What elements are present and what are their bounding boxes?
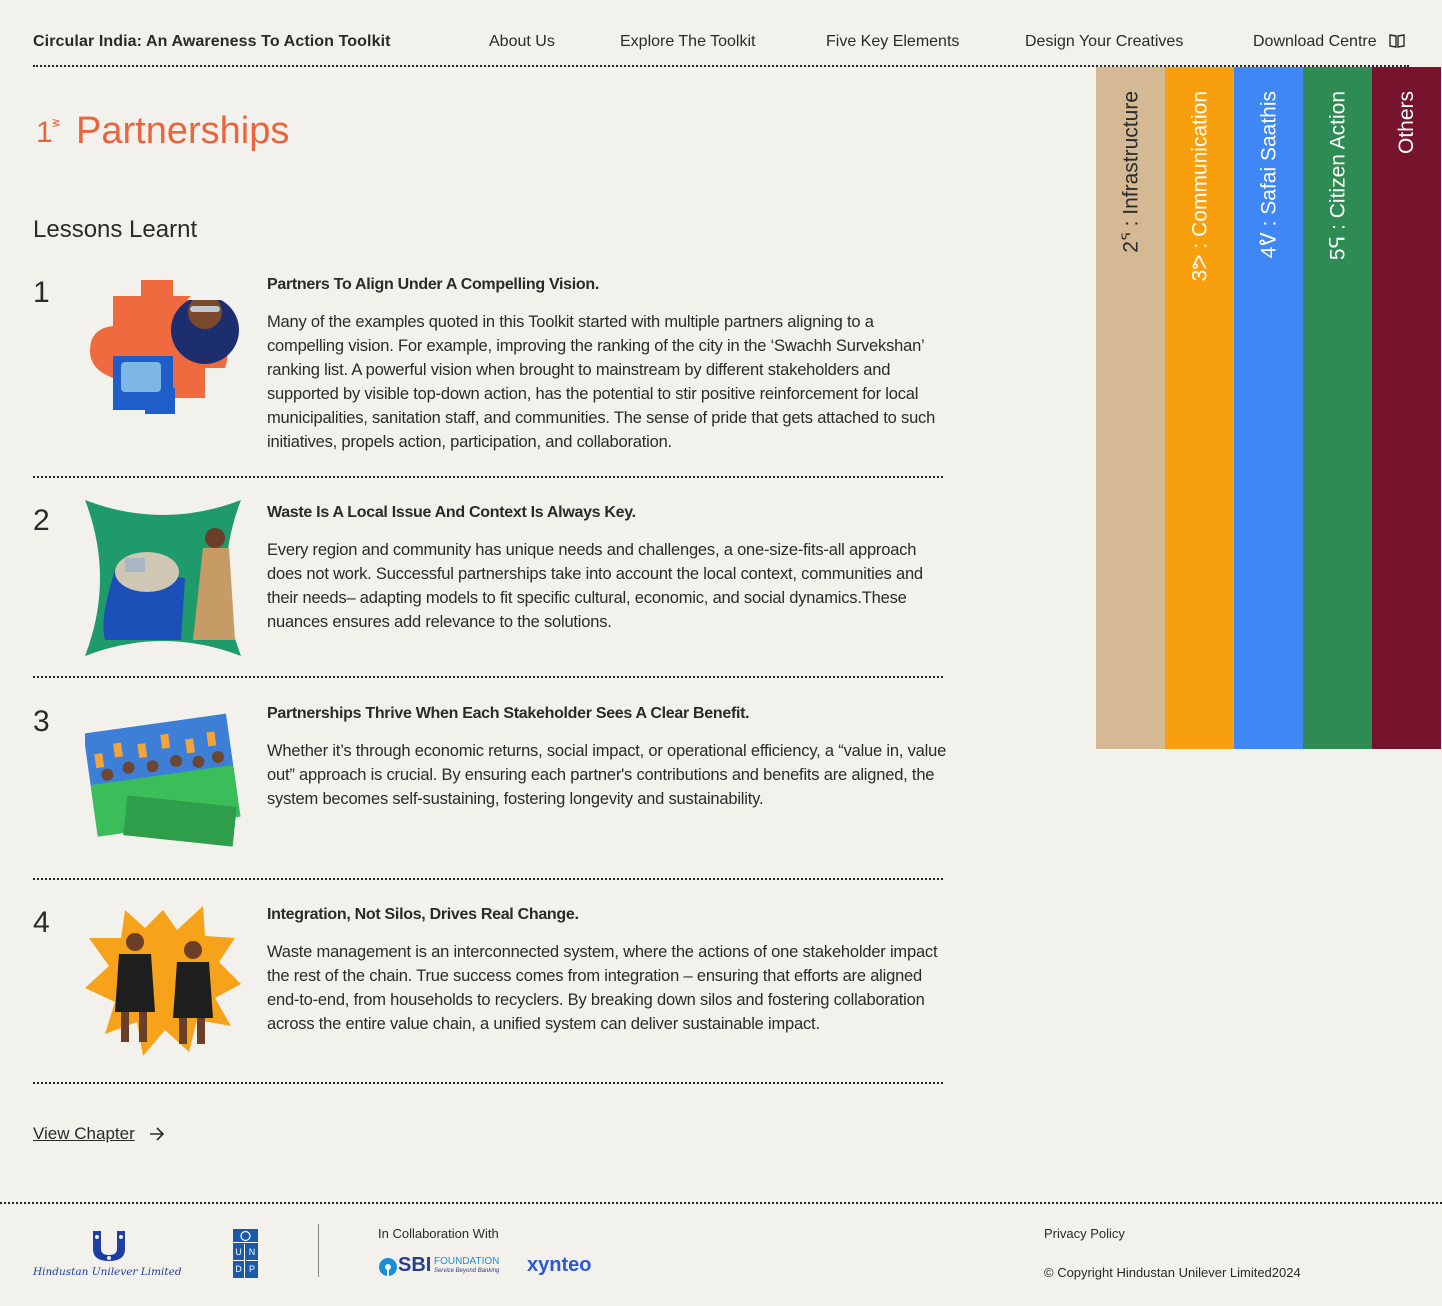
chapter-glyph: ᕒ bbox=[52, 118, 61, 130]
sbi-foundation-logo[interactable]: SBI FOUNDATION Service Beyond Banking bbox=[378, 1254, 510, 1278]
sbi-tagline-text: Service Beyond Banking bbox=[434, 1268, 500, 1274]
nav-about-us[interactable]: About Us bbox=[489, 33, 555, 51]
footer-divider bbox=[0, 1202, 1442, 1204]
tab-infrastructure[interactable]: 2ᕐ : Infrastructure bbox=[1096, 67, 1165, 749]
footer-vertical-divider bbox=[318, 1224, 319, 1277]
nav-explore-toolkit[interactable]: Explore The Toolkit bbox=[620, 33, 755, 51]
section-title: Lessons Learnt bbox=[33, 216, 198, 243]
chapter-tabs: 2ᕐ : Infrastructure 3ᕗ : Communication 4… bbox=[1096, 67, 1441, 749]
sbi-foundation-text: FOUNDATION bbox=[434, 1256, 500, 1267]
undp-letter: D bbox=[233, 1261, 245, 1278]
nav-design-creatives[interactable]: Design Your Creatives bbox=[1025, 33, 1183, 51]
undp-letter: P bbox=[248, 1264, 255, 1274]
tab-label: Others bbox=[1394, 91, 1418, 155]
tab-others[interactable]: Others bbox=[1372, 67, 1441, 749]
lesson-image-worker bbox=[89, 280, 239, 414]
tab-citizen-action[interactable]: 5ᕋ : Citizen Action bbox=[1303, 67, 1372, 749]
privacy-policy-link[interactable]: Privacy Policy bbox=[1044, 1226, 1125, 1241]
lesson-image-waste-collector bbox=[85, 500, 241, 656]
lesson-number: 3 bbox=[33, 705, 50, 738]
lesson-body: Waste management is an interconnected sy… bbox=[267, 943, 938, 1033]
xynteo-logo[interactable]: xynteo bbox=[527, 1254, 591, 1277]
site-title[interactable]: Circular India: An Awareness To Action T… bbox=[33, 33, 391, 51]
sbi-logo-text: SBI bbox=[398, 1254, 432, 1276]
tab-label: 2ᕐ : Infrastructure bbox=[1119, 91, 1142, 253]
undp-letter: N bbox=[246, 1244, 258, 1261]
lesson-body: Many of the examples quoted in this Tool… bbox=[267, 313, 936, 451]
lesson-heading: Integration, Not Silos, Drives Real Chan… bbox=[267, 906, 579, 923]
lesson-number: 1 bbox=[33, 276, 50, 309]
lesson-number: 4 bbox=[33, 906, 50, 939]
page-title: Partnerships bbox=[76, 110, 290, 152]
tab-label: 3ᕗ : Communication bbox=[1188, 91, 1211, 282]
chapter-number: 1 bbox=[36, 116, 53, 149]
lesson-body: Every region and community has unique ne… bbox=[267, 541, 923, 631]
nav-download-centre[interactable]: Download Centre bbox=[1253, 33, 1405, 51]
undp-emblem bbox=[233, 1229, 258, 1243]
lesson-heading: Partners To Align Under A Compelling Vis… bbox=[267, 276, 600, 293]
tab-safai-saathis[interactable]: 4ᕓ : Safai Saathis bbox=[1234, 67, 1303, 749]
copyright-text: © Copyright Hindustan Unilever Limited20… bbox=[1044, 1265, 1301, 1280]
lesson-divider bbox=[33, 676, 943, 678]
lesson-heading: Partnerships Thrive When Each Stakeholde… bbox=[267, 705, 750, 722]
view-chapter-link[interactable]: View Chapter bbox=[33, 1124, 135, 1144]
lesson-image-two-workers bbox=[85, 906, 241, 1056]
book-icon bbox=[1389, 34, 1405, 48]
undp-logo[interactable]: U N D P bbox=[233, 1229, 258, 1278]
site-header: Circular India: An Awareness To Action T… bbox=[33, 0, 1409, 67]
tab-label: 4ᕓ : Safai Saathis bbox=[1257, 91, 1280, 259]
tab-communication[interactable]: 3ᕗ : Communication bbox=[1165, 67, 1234, 749]
lesson-number: 2 bbox=[33, 504, 50, 537]
lesson-divider bbox=[33, 878, 943, 880]
lesson-image-team bbox=[85, 713, 241, 847]
undp-letter: U bbox=[233, 1244, 245, 1261]
lesson-body: Whether it’s through economic returns, s… bbox=[267, 742, 947, 808]
arrow-right-icon[interactable] bbox=[148, 1126, 166, 1142]
nav-five-key-elements[interactable]: Five Key Elements bbox=[826, 33, 959, 51]
collaboration-label: In Collaboration With bbox=[378, 1226, 499, 1241]
hindustan-unilever-logo[interactable]: Hindustan Unilever Limited bbox=[33, 1229, 182, 1279]
lesson-divider bbox=[33, 1082, 943, 1084]
tab-label: 5ᕋ : Citizen Action bbox=[1326, 91, 1349, 261]
sbi-keyhole-icon bbox=[379, 1258, 397, 1276]
lesson-heading: Waste Is A Local Issue And Context Is Al… bbox=[267, 504, 636, 521]
hul-logo-text: Hindustan Unilever Limited bbox=[33, 1266, 182, 1278]
lesson-divider bbox=[33, 476, 943, 478]
